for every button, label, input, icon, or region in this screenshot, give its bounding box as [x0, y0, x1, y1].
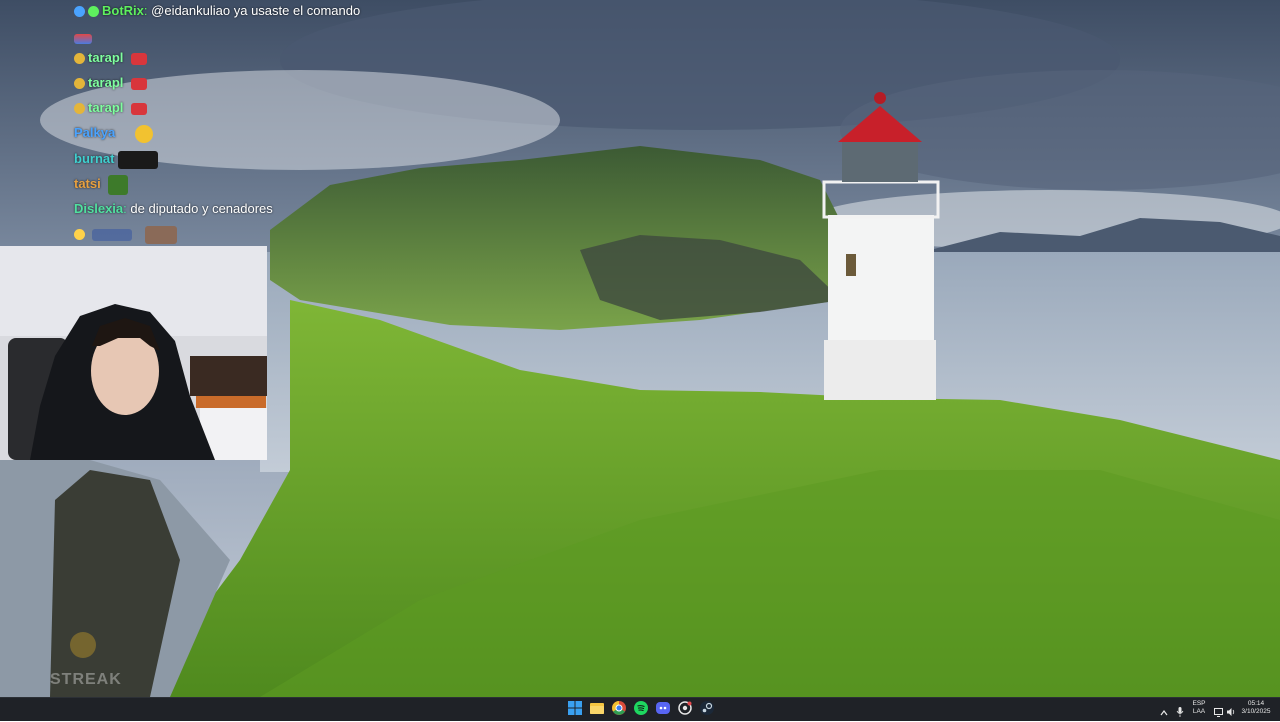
chat-message: tarapl: [74, 97, 148, 119]
crown-icon: [74, 229, 85, 241]
chat-message: Dislexia: de diputado y cenadores: [74, 198, 273, 220]
system-clock[interactable]: 05:14 3/10/2025: [1236, 700, 1276, 716]
windows-start-icon[interactable]: [568, 701, 584, 717]
discord-icon[interactable]: [656, 701, 672, 717]
chat-message: [74, 27, 92, 49]
chat-separator: :: [143, 3, 148, 18]
steam-icon[interactable]: [700, 701, 716, 717]
webcam-feed: [0, 246, 267, 460]
chrome-icon[interactable]: [612, 701, 628, 717]
clock-time: 05:14: [1247, 700, 1265, 707]
chat-username: Dislexia: [74, 201, 124, 216]
clock-date: 3/10/2025: [1241, 708, 1271, 715]
chat-text: de diputado y cenadores: [130, 201, 273, 216]
heart-emote: [131, 52, 148, 65]
chat-username-blurred: [91, 228, 132, 241]
chat-username: BotRix: [102, 3, 144, 18]
chat-separator: :: [123, 201, 127, 216]
language-code: ESP: [1192, 700, 1206, 707]
microphone-icon[interactable]: [1176, 704, 1186, 717]
chat-username: Palkya: [74, 125, 116, 140]
chat-username: tarapl: [88, 100, 124, 115]
chat-message: [74, 223, 178, 245]
heart-emote: [131, 77, 148, 90]
sword-icon: [74, 6, 85, 18]
pepe-emote: [108, 174, 129, 195]
flag-emote: [74, 33, 92, 44]
chat-username: tarapl: [88, 50, 124, 65]
dog-emote: [145, 225, 178, 244]
webcam-overlay: [0, 246, 267, 460]
network-icon[interactable]: [1214, 704, 1224, 717]
chat-message: tatsi: [74, 173, 129, 195]
taskbar: ESP LAA 05:14 3/10/2025: [0, 697, 1280, 721]
volume-icon[interactable]: [1226, 704, 1236, 716]
chat-message: tarapl: [74, 47, 148, 69]
face-emote: [134, 124, 153, 143]
chat-message: burnat: [74, 148, 159, 170]
smile-emote: [74, 78, 85, 90]
desktop: BotRix: @eidankuliao ya usaste el comand…: [0, 0, 1280, 697]
keyboard-layout: LAA: [1192, 708, 1206, 715]
spotify-icon[interactable]: [634, 701, 650, 717]
car-emote: [118, 150, 159, 169]
chat-message: BotRix: @eidankuliao ya usaste el comand…: [74, 0, 360, 22]
check-badge-icon: [88, 6, 99, 18]
chat-message: tarapl: [74, 72, 148, 94]
streak-label: STREAK: [50, 671, 122, 688]
chat-message: Palkya: [74, 122, 153, 144]
heart-emote: [131, 102, 148, 115]
chat-username: burnat: [74, 151, 115, 166]
smile-emote: [74, 53, 85, 65]
github-icon[interactable]: [678, 701, 694, 717]
smile-emote: [74, 103, 85, 115]
chat-text: @eidankuliao ya usaste el comando: [151, 3, 361, 18]
chat-username: tarapl: [88, 75, 124, 90]
chat-username: tatsi: [74, 176, 101, 191]
language-indicator[interactable]: ESP LAA: [1188, 700, 1210, 716]
file-explorer-icon[interactable]: [590, 701, 606, 717]
streak-coin-icon: [70, 632, 96, 658]
chevron-up-icon[interactable]: [1160, 704, 1170, 716]
